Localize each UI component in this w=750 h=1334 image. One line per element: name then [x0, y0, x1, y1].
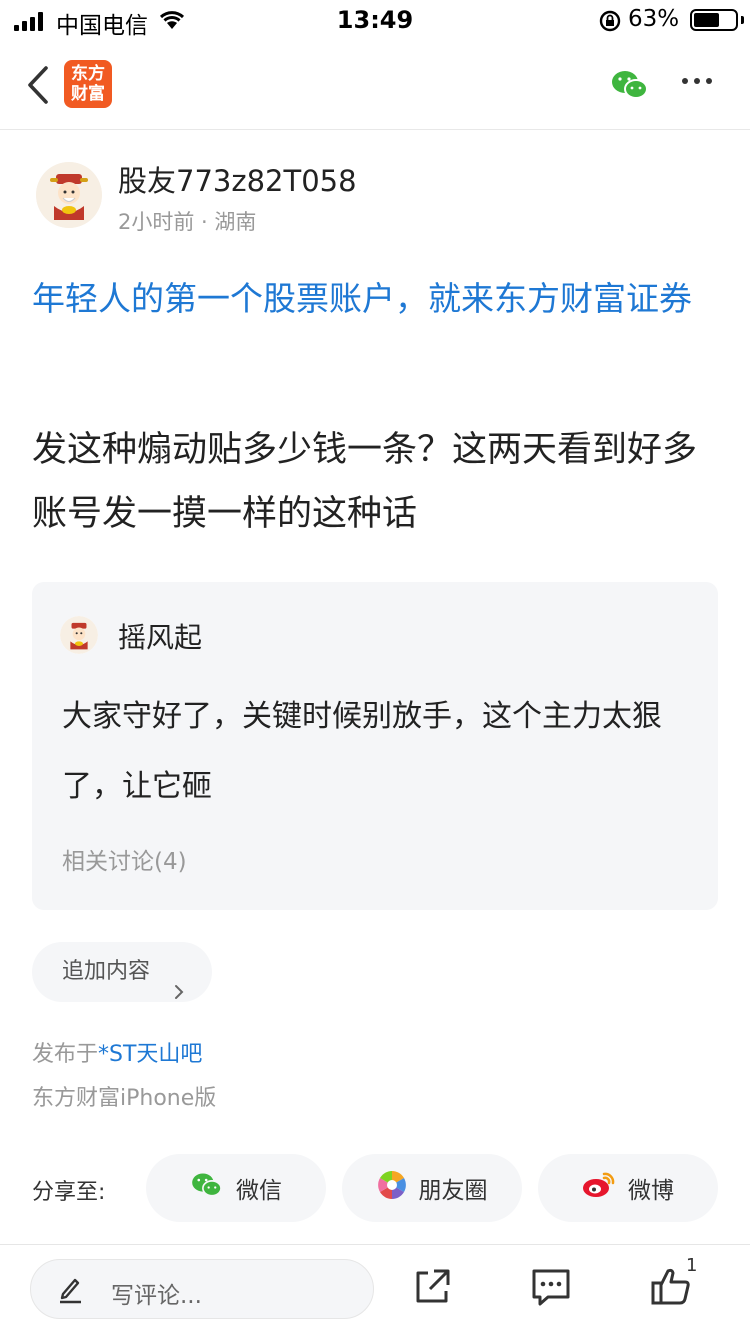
comment-icon[interactable]	[530, 1267, 572, 1311]
wechat-share-icon[interactable]	[610, 68, 650, 106]
share-wechat-label: 微信	[236, 1178, 282, 1204]
author-name[interactable]: 股友773z82T058	[118, 158, 357, 200]
post-body: 发这种煽动贴多少钱一条？这两天看到好多账号发一摸一样的这种话	[32, 430, 698, 534]
author-avatar[interactable]	[36, 162, 102, 228]
pen-icon	[57, 1274, 83, 1308]
battery-icon	[690, 9, 738, 31]
quoted-post-text: 大家守好了，关键时候别放手，这个主力太狠了，让它砸	[62, 699, 662, 804]
add-content-button[interactable]: 追加内容	[32, 942, 212, 1002]
logo-line2: 财富	[71, 84, 105, 104]
back-icon[interactable]	[22, 62, 62, 108]
share-label: 分享至:	[32, 1180, 106, 1205]
share-out-icon[interactable]	[412, 1267, 452, 1311]
posted-in: 发布于*ST天山吧	[32, 1036, 202, 1068]
share-moments-label: 朋友圈	[418, 1178, 488, 1204]
add-content-label: 追加内容	[62, 959, 151, 984]
status-bar: 中国电信 13:49 63%	[0, 0, 750, 40]
wechat-icon	[190, 1171, 224, 1205]
share-weibo-label: 微博	[628, 1178, 674, 1204]
comment-placeholder: 写评论...	[111, 1283, 202, 1309]
bottom-bar: 写评论... 1	[0, 1244, 750, 1334]
quoted-post-card[interactable]: 摇风起 大家守好了，关键时候别放手，这个主力太狠了，让它砸 相关讨论(4)	[32, 582, 718, 910]
share-weibo-button[interactable]: 微博	[538, 1154, 718, 1222]
battery-percent: 63%	[628, 6, 680, 32]
quoted-author-name: 摇风起	[118, 621, 203, 654]
share-wechat-button[interactable]: 微信	[146, 1154, 326, 1222]
forum-bar-link[interactable]: *ST天山吧	[98, 1042, 202, 1067]
promo-link[interactable]: 年轻人的第一个股票账户，就来东方财富证券	[32, 272, 722, 326]
client-source: 东方财富iPhone版	[32, 1086, 217, 1111]
app-logo: 东方 财富	[64, 60, 112, 108]
nav-bar: 东方 财富	[0, 40, 750, 130]
related-discussion-link[interactable]: 相关讨论(4)	[62, 842, 187, 876]
battery-cap	[741, 16, 744, 24]
share-moments-button[interactable]: 朋友圈	[342, 1154, 522, 1222]
like-count: 1	[686, 1255, 698, 1276]
weibo-icon	[582, 1171, 616, 1205]
more-icon[interactable]	[682, 78, 712, 84]
logo-line1: 东方	[71, 64, 105, 84]
moments-icon	[377, 1170, 407, 1206]
quoted-author-avatar	[60, 616, 98, 654]
chevron-right-icon	[174, 964, 184, 1024]
rotation-lock-icon	[598, 9, 622, 39]
battery-fill	[694, 13, 719, 27]
posted-prefix: 发布于	[32, 1042, 99, 1067]
comment-input[interactable]: 写评论...	[30, 1259, 374, 1319]
post-meta: 2小时前 · 湖南	[118, 210, 257, 234]
